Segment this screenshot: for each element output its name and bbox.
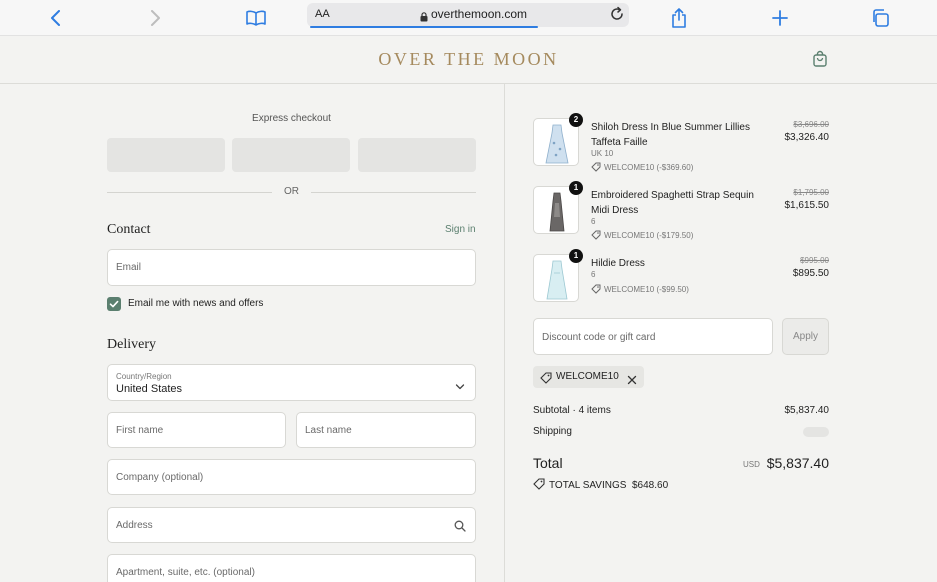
forward-icon[interactable] [143,6,167,30]
remove-discount-icon[interactable] [627,372,637,390]
shopping-bag-icon[interactable] [812,50,828,68]
url-text: overthemoon.com [431,7,528,21]
order-item: 1 Hildie Dress 6 WELCOME10 (-$99.50) $99… [533,249,829,314]
company-field[interactable]: Company (optional) [107,459,476,495]
page-load-progress [310,26,538,28]
apartment-field[interactable]: Apartment, suite, etc. (optional) [107,554,476,582]
savings-value: $648.60 [632,480,669,491]
reload-icon[interactable] [609,6,625,27]
tag-icon [591,230,601,240]
total-savings: TOTAL SAVINGS $648.60 [533,478,668,491]
address-bar[interactable]: AA overthemoon.com [307,3,629,28]
last-name-field[interactable]: Last name [296,412,476,448]
first-name-field[interactable]: First name [107,412,286,448]
item-name: Hildie Dress [591,258,645,269]
total-label: Total [533,455,563,471]
email-field[interactable]: Email [107,249,476,286]
column-divider [504,84,505,582]
applied-discount-code: WELCOME10 [556,371,619,382]
shipping-row: Shipping [533,426,829,437]
delivery-heading: Delivery [107,337,156,352]
subtotal-value: $5,837.40 [784,405,830,416]
quantity-badge: 2 [569,113,583,127]
express-pay-button-3[interactable] [358,138,476,172]
total-amount: $5,837.40 [766,455,829,471]
search-icon [454,519,466,537]
lock-icon [420,9,428,27]
or-divider: OR [107,186,476,200]
discount-code-input[interactable]: Discount code or gift card [533,318,773,355]
text-size-button[interactable]: AA [315,8,330,20]
check-icon [109,300,119,308]
item-discount: WELCOME10 (-$179.50) [591,230,693,240]
quantity-badge: 1 [569,249,583,263]
total-currency: USD [743,460,760,469]
original-price: $995.00 [800,256,829,265]
quantity-badge: 1 [569,181,583,195]
item-variant: 6 [591,217,596,226]
tag-icon [533,478,545,490]
new-tab-icon[interactable] [768,6,792,30]
apply-discount-button[interactable]: Apply [782,318,829,355]
sign-in-link[interactable]: Sign in [445,224,476,235]
browser-toolbar: AA overthemoon.com [0,0,937,36]
original-price: $3,696.00 [793,120,829,129]
applied-discount-chip: WELCOME10 [533,366,644,388]
address-field[interactable]: Address [107,507,476,543]
discounted-price: $3,326.40 [784,132,830,143]
discounted-price: $895.50 [792,268,829,279]
order-item: 2 Shiloh Dress In Blue Summer Lillies Ta… [533,113,830,178]
subtotal-row: Subtotal · 4 items $5,837.40 [533,405,829,416]
tag-icon [540,371,552,389]
item-variant: 6 [591,270,596,279]
express-pay-button-1[interactable] [107,138,225,172]
order-item: 1 Embroidered Spaghetti Strap Sequin Mid… [533,181,830,246]
item-name: Embroidered Spaghetti Strap Sequin Midi … [591,190,754,216]
chevron-down-icon [455,378,465,396]
express-checkout-label: Express checkout [252,113,331,124]
item-name: Shiloh Dress In Blue Summer Lillies Taff… [591,122,750,148]
savings-label: TOTAL SAVINGS [549,480,627,491]
shipping-label: Shipping [533,426,572,437]
tag-icon [591,284,601,294]
express-pay-button-2[interactable] [232,138,350,172]
shipping-value-placeholder [803,427,829,437]
newsletter-label: Email me with news and offers [128,298,264,309]
subtotal-label: Subtotal · 4 items [533,405,611,416]
item-discount: WELCOME10 (-$99.50) [591,284,689,294]
discounted-price: $1,615.50 [784,200,830,211]
site-header: OVER THE MOON [0,36,937,84]
tabs-overview-icon[interactable] [868,6,892,30]
brand-logo[interactable]: OVER THE MOON [0,49,937,70]
country-select[interactable]: Country/Region United States [107,364,476,401]
item-variant: UK 10 [591,149,614,158]
share-icon[interactable] [667,6,691,30]
newsletter-checkbox[interactable] [107,297,121,311]
tag-icon [591,162,601,172]
contact-heading: Contact [107,222,151,237]
bookmarks-icon[interactable] [244,6,268,30]
back-icon[interactable] [44,6,68,30]
item-discount: WELCOME10 (-$369.60) [591,162,693,172]
original-price: $1,795.00 [793,188,829,197]
